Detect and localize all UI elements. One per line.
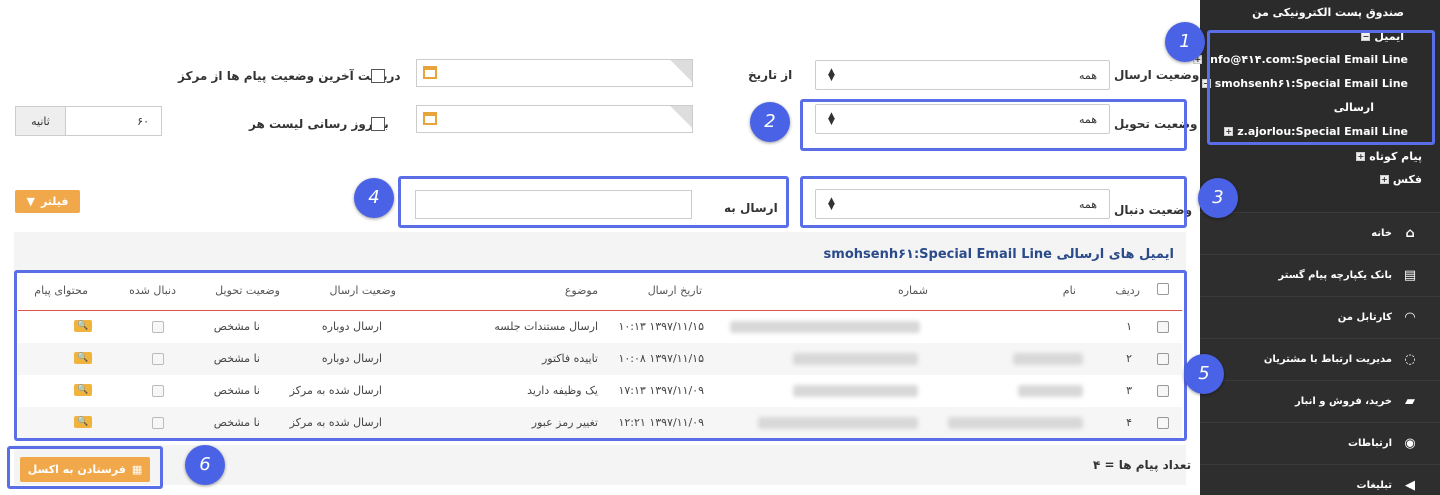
megaphone-icon: ◀ bbox=[1405, 478, 1415, 493]
highlight-box-2 bbox=[800, 99, 1187, 151]
menu-label: خرید، فروش و انبار bbox=[1295, 396, 1392, 407]
menu-label: بانک یکپارچه پیام گستر bbox=[1278, 270, 1392, 281]
highlight-box-4 bbox=[398, 176, 789, 228]
calendar-icon[interactable] bbox=[423, 66, 437, 79]
filter-button[interactable]: ▼ فیلتر bbox=[15, 190, 80, 213]
badge-4: 4 bbox=[354, 178, 394, 218]
tree-root-label: صندوق پست الکترونیکی من bbox=[1252, 6, 1404, 19]
last-status-checkbox[interactable] bbox=[371, 69, 385, 83]
tab-bar: ایمیل های ارسالی smohsenh۶۱:Special Emai… bbox=[14, 232, 1186, 272]
tree-fax[interactable]: فکس + bbox=[1379, 173, 1422, 186]
crm-icon: ◌ bbox=[1404, 352, 1416, 367]
tab-sent-emails[interactable]: ایمیل های ارسالی smohsenh۶۱:Special Emai… bbox=[823, 238, 1174, 272]
menu-label: مدیریت ارتباط با مشتریان bbox=[1263, 354, 1392, 365]
seconds-addon: ثانیه bbox=[16, 107, 66, 135]
menu-label: کارتابل من bbox=[1337, 312, 1392, 323]
truck-icon: ▰ bbox=[1405, 394, 1415, 409]
refresh-interval-group: ثانیه ۶۰ bbox=[15, 106, 162, 136]
tree-sms-label: پیام کوتاه bbox=[1369, 150, 1422, 163]
highlight-box-1 bbox=[1207, 30, 1435, 145]
badge-5: 5 bbox=[1184, 354, 1224, 394]
from-date-input[interactable] bbox=[416, 59, 693, 87]
expand-icon[interactable]: + bbox=[1356, 152, 1366, 161]
menu-crm[interactable]: مدیریت ارتباط با مشتریان ◌ bbox=[1200, 338, 1440, 380]
tree-fax-label: فکس bbox=[1392, 173, 1422, 186]
menu-communications[interactable]: ارتباطات ◉ bbox=[1200, 422, 1440, 464]
highlight-box-6 bbox=[7, 446, 163, 489]
corner-decoration bbox=[670, 106, 692, 128]
calendar-icon[interactable] bbox=[423, 112, 437, 125]
badge-6: 6 bbox=[185, 445, 225, 485]
home-icon: ⌂ bbox=[1405, 226, 1415, 241]
menu-dashboard[interactable]: کارتابل من ◠ bbox=[1200, 296, 1440, 338]
menu-label: خانه bbox=[1371, 228, 1392, 239]
message-count: تعداد پیام ها = ۴ bbox=[1093, 458, 1192, 472]
menu-label: ارتباطات bbox=[1348, 438, 1392, 449]
dashboard-icon: ◠ bbox=[1405, 310, 1415, 325]
badge-3: 3 bbox=[1198, 178, 1238, 218]
corner-decoration bbox=[670, 60, 692, 82]
tab-label: ایمیل های ارسالی smohsenh۶۱:Special Emai… bbox=[823, 246, 1174, 262]
menu-label: تبلیغات bbox=[1356, 480, 1392, 491]
badge-1: 1 bbox=[1165, 22, 1205, 62]
menu-inventory[interactable]: خرید، فروش و انبار ▰ bbox=[1200, 380, 1440, 422]
highlight-box-5 bbox=[14, 270, 1187, 441]
menu-bank[interactable]: بانک یکپارچه پیام گستر ▤ bbox=[1200, 254, 1440, 296]
tree-sms[interactable]: پیام کوتاه + bbox=[1356, 150, 1422, 163]
from-date-label: از تاریخ bbox=[748, 68, 793, 82]
bank-icon: ▤ bbox=[1403, 268, 1417, 283]
tree-root[interactable]: صندوق پست الکترونیکی من bbox=[1252, 6, 1404, 19]
menu-ads[interactable]: تبلیغات ◀ bbox=[1200, 464, 1440, 495]
filter-button-label: فیلتر bbox=[40, 195, 69, 208]
to-date-input[interactable] bbox=[416, 105, 693, 133]
highlight-box-3 bbox=[800, 176, 1187, 228]
refresh-checkbox[interactable] bbox=[371, 117, 385, 131]
filter-icon: ▼ bbox=[26, 195, 35, 208]
last-status-label: دریافت آخرین وضعیت پیام ها از مرکز bbox=[178, 69, 401, 83]
send-status-select[interactable]: ▲ ▼ همه bbox=[815, 60, 1110, 90]
select-value: همه bbox=[1078, 68, 1097, 82]
refresh-interval-input[interactable]: ۶۰ bbox=[66, 107, 161, 135]
badge-2: 2 bbox=[750, 102, 790, 142]
expand-icon[interactable]: + bbox=[1379, 175, 1389, 184]
menu-home[interactable]: خانه ⌂ bbox=[1200, 212, 1440, 254]
select-arrows-icon: ▲ ▼ bbox=[828, 67, 835, 83]
refresh-label: به روز رسانی لیست هر bbox=[249, 117, 389, 131]
broadcast-icon: ◉ bbox=[1404, 436, 1416, 451]
send-status-label: وضعیت ارسال bbox=[1114, 68, 1200, 82]
